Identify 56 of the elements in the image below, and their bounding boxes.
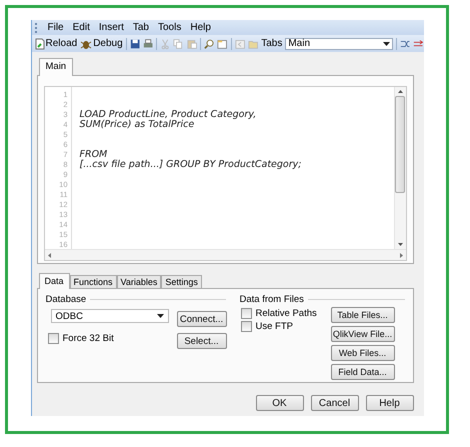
toolbar-button[interactable]: Debug <box>80 38 123 50</box>
dialog-button[interactable]: Cancel <box>310 395 358 411</box>
dialog-button[interactable]: QlikView File... <box>330 326 394 342</box>
group-title: Data from Files <box>240 294 304 305</box>
script-tab[interactable]: Main <box>38 58 74 76</box>
dialog-button[interactable]: Field Data... <box>330 364 394 380</box>
checkbox[interactable] <box>48 333 58 344</box>
toolbar-button[interactable]: Reload <box>34 38 78 50</box>
horizontal-scrollbar[interactable] <box>44 249 406 260</box>
menu-item[interactable]: File <box>48 22 64 33</box>
back-icon[interactable] <box>234 38 245 50</box>
menu-item[interactable]: Tools <box>158 22 182 33</box>
search-icon[interactable] <box>204 38 214 50</box>
checkbox-label: Use FTP <box>256 321 293 332</box>
scroll-down-icon[interactable] <box>398 243 402 246</box>
vertical-scrollbar[interactable] <box>394 87 406 249</box>
dialog-button[interactable]: Select... <box>176 333 226 349</box>
scroll-up-icon[interactable] <box>398 90 402 93</box>
print-icon[interactable] <box>142 38 154 50</box>
scroll-left-icon[interactable] <box>48 252 50 258</box>
tab-dropdown[interactable]: Main <box>285 38 393 50</box>
menu-item[interactable]: Insert <box>98 22 124 33</box>
code-line: FROM <box>80 149 108 160</box>
panel-tab[interactable]: Settings <box>161 275 202 288</box>
document-icon <box>34 38 44 50</box>
save-icon[interactable] <box>130 38 140 50</box>
code-line: [...csv file path...] GROUP BY ProductCategory; <box>80 159 302 170</box>
cut-icon[interactable] <box>160 38 170 50</box>
scrollbar-thumb[interactable] <box>395 96 405 193</box>
checkbox[interactable] <box>240 321 252 332</box>
menu-item[interactable]: Edit <box>72 22 90 33</box>
paste-icon[interactable] <box>186 38 198 50</box>
panel-tab[interactable]: Functions <box>70 275 117 288</box>
code-line: LOAD ProductLine, Product Category, <box>80 109 256 120</box>
copy-icon[interactable] <box>173 38 184 50</box>
checkbox[interactable] <box>240 308 252 319</box>
caret-icon <box>383 42 390 46</box>
menu-item[interactable]: Help <box>190 22 211 33</box>
code-line: SUM(Price) as TotalPrice <box>80 119 194 130</box>
tabs-label: Tabs <box>261 38 282 49</box>
menu-item[interactable]: Tab <box>132 22 149 33</box>
tab-page-icon[interactable] <box>217 38 228 50</box>
panel-tab[interactable]: Data <box>38 273 70 289</box>
checkbox-label: Relative Paths <box>256 308 317 319</box>
checkbox-label: Force 32 Bit <box>62 333 114 344</box>
dialog-button[interactable]: OK <box>256 395 304 411</box>
scroll-right-icon[interactable] <box>400 252 402 258</box>
driver-dropdown[interactable]: ODBC <box>50 309 168 323</box>
caret-icon <box>156 314 164 318</box>
dialog-button[interactable]: Web Files... <box>330 345 394 361</box>
panel-tab[interactable]: Variables <box>116 275 162 288</box>
dialog-button[interactable]: Help <box>366 395 414 411</box>
menu-grip <box>34 22 38 32</box>
group-title: Database <box>46 294 86 305</box>
dialog-button[interactable]: Connect... <box>176 311 226 327</box>
dialog-button[interactable]: Table Files... <box>330 307 394 323</box>
